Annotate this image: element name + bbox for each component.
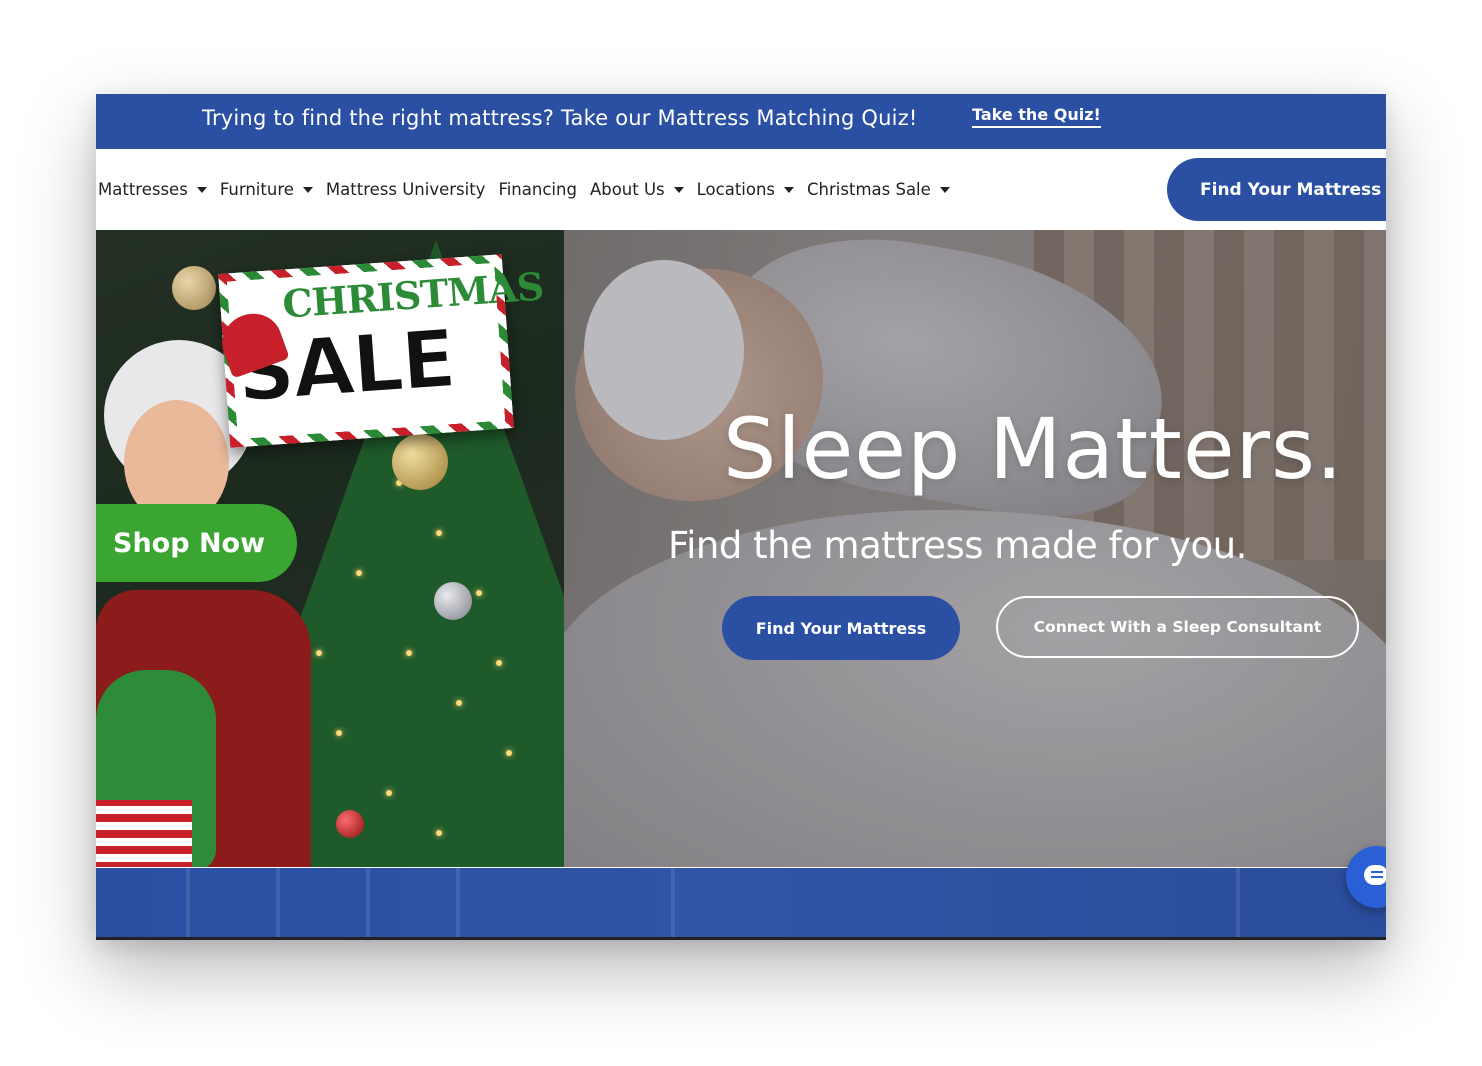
nav-item-label: Financing: [498, 180, 577, 199]
nav-item-label: Locations: [696, 180, 776, 199]
nav-item-label: Furniture: [219, 180, 294, 199]
take-quiz-link[interactable]: Take the Quiz!: [972, 105, 1101, 128]
find-your-mattress-button[interactable]: Find Your Mattress: [722, 596, 960, 660]
caret-down-icon: [196, 186, 207, 193]
hero-section: CHRISTMAS SALE Shop Now Sleep Matters. F…: [96, 230, 1386, 868]
caret-down-icon: [673, 186, 684, 193]
nav-item-label: About Us: [589, 180, 665, 199]
gold-ornament: [392, 434, 448, 490]
caret-down-icon: [784, 186, 795, 193]
blue-section-strip: [96, 868, 1386, 938]
chat-bubble-icon: [1364, 865, 1386, 885]
nav-item-furniture[interactable]: Furniture: [220, 180, 313, 199]
shop-now-button[interactable]: Shop Now: [96, 504, 297, 582]
red-ornament: [336, 810, 364, 838]
nav-item-christmas-sale[interactable]: Christmas Sale: [807, 180, 950, 199]
promo-text: Trying to find the right mattress? Take …: [202, 106, 918, 130]
nav-item-mattress-university[interactable]: Mattress University: [326, 180, 486, 199]
nav-item-label: Mattress University: [325, 180, 486, 199]
hero-subtitle: Find the mattress made for you.: [668, 524, 1247, 567]
promo-bar: Trying to find the right mattress? Take …: [96, 94, 1386, 149]
caret-down-icon: [302, 186, 313, 193]
striped-stockings: [96, 800, 192, 867]
nav-item-financing[interactable]: Financing: [498, 180, 577, 199]
gold-ornament: [172, 266, 216, 310]
nav-item-locations[interactable]: Locations: [696, 180, 795, 199]
christmas-sale-promo-image[interactable]: CHRISTMAS SALE Shop Now: [96, 230, 564, 867]
nav-menu: Mattresses Furniture Mattress University…: [98, 149, 963, 230]
hero-title: Sleep Matters.: [723, 400, 1344, 498]
silver-ornament: [434, 582, 472, 620]
nav-item-about-us[interactable]: About Us: [590, 180, 684, 199]
browser-viewport: Trying to find the right mattress? Take …: [96, 94, 1386, 940]
connect-sleep-consultant-button[interactable]: Connect With a Sleep Consultant: [996, 596, 1359, 658]
nav-item-mattresses[interactable]: Mattresses: [98, 180, 207, 199]
find-your-mattress-nav-button[interactable]: Find Your Mattress: [1167, 158, 1386, 221]
nav-item-label: Christmas Sale: [807, 180, 931, 199]
divider: [96, 937, 1386, 940]
nav-item-label: Mattresses: [98, 180, 188, 199]
caret-down-icon: [939, 186, 950, 193]
main-nav: Mattresses Furniture Mattress University…: [96, 149, 1386, 230]
